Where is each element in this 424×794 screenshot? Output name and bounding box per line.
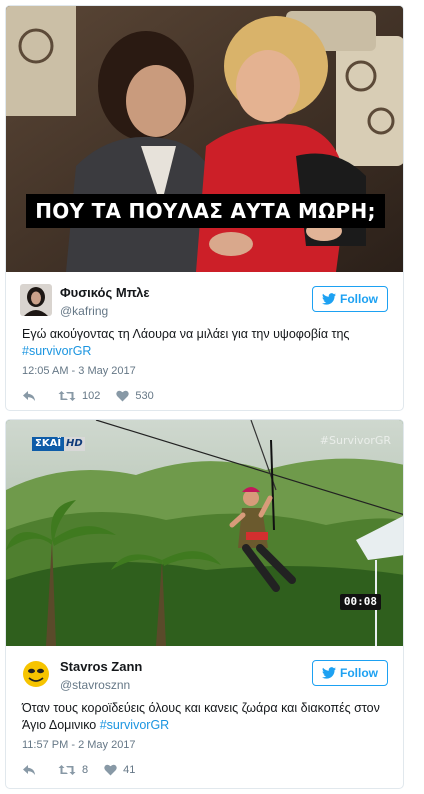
follow-label: Follow: [340, 292, 378, 306]
timestamp-separator: -: [68, 739, 79, 751]
retweet-icon: [58, 391, 76, 401]
reply-button[interactable]: [22, 764, 42, 776]
tweet-media-video[interactable]: ΣΚΑΪ HD #SurvivorGR 00:08: [6, 420, 403, 646]
meme-caption: ΠΟΥ ΤΑ ΠΟΥΛΑΣ ΑΥΤΑ ΜΩΡΗ;: [26, 194, 385, 228]
video-timer: 00:08: [339, 594, 381, 610]
tweet-time: 11:57 PM: [22, 739, 69, 751]
avatar[interactable]: [20, 658, 52, 690]
retweet-count: 102: [82, 390, 101, 402]
author-info[interactable]: Stavros Zann @stavrosznn: [60, 659, 142, 693]
tweet-date: 2 May 2017: [78, 739, 136, 751]
tweet-card: ΠΟΥ ΤΑ ΠΟΥΛΑΣ ΑΥΤΑ ΜΩΡΗ; Φυσικός Μπλε @k…: [5, 5, 404, 411]
channel-logo: ΣΚΑΪ HD: [32, 437, 85, 451]
tweet-text: Εγώ ακούγοντας τη Λάουρα να μιλάει για τ…: [6, 326, 403, 360]
follow-button[interactable]: Follow: [312, 660, 388, 686]
retweet-icon: [58, 765, 76, 775]
reply-icon: [23, 765, 35, 775]
tweet-media-image[interactable]: ΠΟΥ ΤΑ ΠΟΥΛΑΣ ΑΥΤΑ ΜΩΡΗ;: [6, 6, 403, 272]
twitter-bird-icon: [322, 667, 336, 679]
author-handle[interactable]: @kafring: [60, 303, 150, 319]
retweet-button[interactable]: 102: [58, 390, 100, 402]
author-handle[interactable]: @stavrosznn: [60, 677, 142, 693]
tweet-text-content: Όταν τους κοροϊδεύεις όλους και κανεις ζ…: [22, 701, 380, 732]
follow-button[interactable]: Follow: [312, 286, 388, 312]
tweet-timestamp[interactable]: 11:57 PM - 2 May 2017: [6, 734, 403, 752]
like-icon: [104, 764, 117, 776]
avatar[interactable]: [20, 284, 52, 316]
hashtag-link[interactable]: #survivorGR: [22, 344, 91, 358]
tweet-timestamp[interactable]: 12:05 AM - 3 May 2017: [6, 360, 403, 378]
author-name[interactable]: Φυσικός Μπλε: [60, 285, 150, 301]
tweet-time: 12:05 AM: [22, 365, 69, 377]
tweet-header: Stavros Zann @stavrosznn Follow: [6, 646, 403, 694]
author-info[interactable]: Φυσικός Μπλε @kafring: [60, 285, 150, 319]
tweet-header: Φυσικός Μπλε @kafring Follow: [6, 272, 403, 320]
tweet-actions: 102 530: [6, 378, 403, 402]
retweet-button[interactable]: 8: [58, 764, 88, 776]
channel-logo-text: ΣΚΑΪ: [32, 437, 65, 451]
author-name[interactable]: Stavros Zann: [60, 659, 142, 675]
tweet-text-content: Εγώ ακούγοντας τη Λάουρα να μιλάει για τ…: [22, 327, 350, 341]
like-icon: [116, 390, 130, 402]
like-count: 41: [123, 764, 136, 776]
twitter-bird-icon: [322, 293, 336, 305]
zipline-photo: [6, 420, 403, 646]
retweet-count: 8: [82, 764, 89, 776]
tweet-text: Όταν τους κοροϊδεύεις όλους και κανεις ζ…: [6, 700, 403, 734]
media-watermark: #SurvivorGR: [319, 434, 391, 447]
tweet-actions: 8 41: [6, 752, 403, 776]
channel-hd-badge: HD: [64, 437, 85, 451]
like-button[interactable]: 530: [116, 390, 154, 402]
tweet-date: 3 May 2017: [78, 365, 136, 377]
like-count: 530: [135, 390, 154, 402]
reply-button[interactable]: [22, 390, 42, 402]
hashtag-link[interactable]: #survivorGR: [100, 718, 169, 732]
timestamp-separator: -: [68, 365, 79, 377]
reply-icon: [23, 391, 35, 401]
follow-label: Follow: [340, 666, 378, 680]
tweet-card: ΣΚΑΪ HD #SurvivorGR 00:08 Stavros Zann @…: [5, 419, 404, 789]
like-button[interactable]: 41: [104, 764, 135, 776]
meme-photo: [6, 6, 403, 272]
